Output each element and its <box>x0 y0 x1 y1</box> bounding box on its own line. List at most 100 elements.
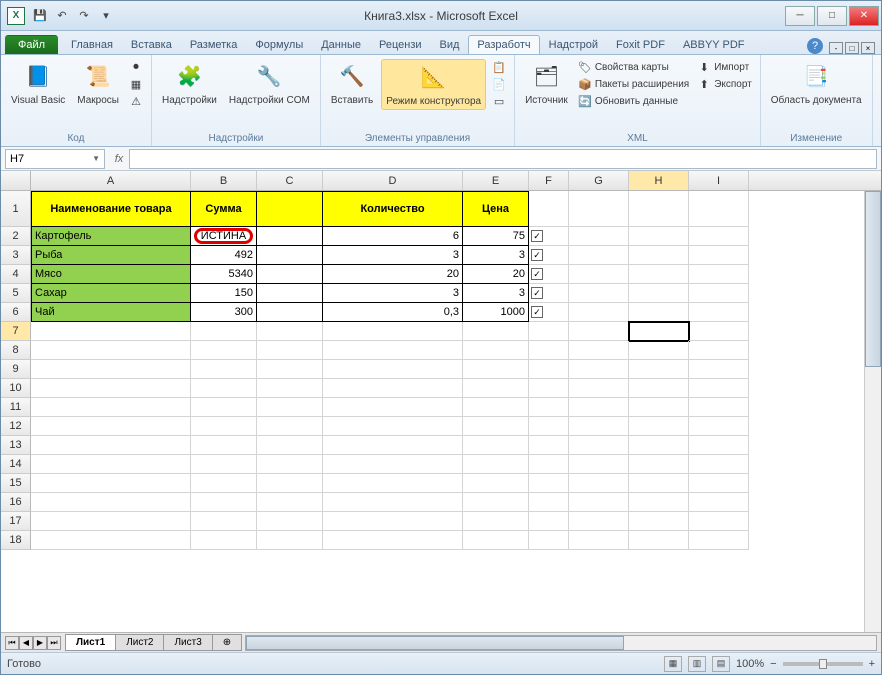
tab-layout[interactable]: Разметка <box>181 35 247 54</box>
cell-G2[interactable] <box>569 227 629 246</box>
cell-C18[interactable] <box>257 531 323 550</box>
cell-G7[interactable] <box>569 322 629 341</box>
cell-B16[interactable] <box>191 493 257 512</box>
sheet-tab-new[interactable]: ⊕ <box>212 634 242 651</box>
close-button[interactable]: ✕ <box>849 6 879 26</box>
cell-H6[interactable] <box>629 303 689 322</box>
fx-icon[interactable]: fx <box>109 153 129 165</box>
column-header-C[interactable]: C <box>257 171 323 190</box>
cell-G17[interactable] <box>569 512 629 531</box>
xml-export-button[interactable]: ⬆Экспорт <box>695 76 754 92</box>
sheet-tab-2[interactable]: Лист2 <box>115 634 164 651</box>
cell-G6[interactable] <box>569 303 629 322</box>
cell-E17[interactable] <box>463 512 529 531</box>
cell-B10[interactable] <box>191 379 257 398</box>
cell-E18[interactable] <box>463 531 529 550</box>
checkbox-2[interactable]: ✓ <box>531 230 543 242</box>
cell-H1[interactable] <box>629 191 689 227</box>
cell-G5[interactable] <box>569 284 629 303</box>
mdi-min[interactable]: - <box>829 42 843 54</box>
record-macro-button[interactable]: ⏺ <box>127 59 145 75</box>
mdi-restore[interactable]: □ <box>845 42 859 54</box>
cell-A13[interactable] <box>31 436 191 455</box>
cell-H12[interactable] <box>629 417 689 436</box>
cell-I9[interactable] <box>689 360 749 379</box>
cell-A5[interactable]: Сахар <box>31 284 191 303</box>
cell-H17[interactable] <box>629 512 689 531</box>
checkbox-4[interactable]: ✓ <box>531 268 543 280</box>
cell-B3[interactable]: 492 <box>191 246 257 265</box>
maximize-button[interactable]: □ <box>817 6 847 26</box>
column-header-A[interactable]: A <box>31 171 191 190</box>
macro-security-button[interactable]: ⚠ <box>127 93 145 109</box>
zoom-in-button[interactable]: + <box>869 658 875 670</box>
cell-G14[interactable] <box>569 455 629 474</box>
horizontal-scrollbar[interactable] <box>245 635 877 651</box>
zoom-slider[interactable] <box>783 662 863 666</box>
cell-C6[interactable] <box>257 303 323 322</box>
view-pagebreak-button[interactable]: ▤ <box>712 656 730 672</box>
cell-G11[interactable] <box>569 398 629 417</box>
visual-basic-button[interactable]: 📘Visual Basic <box>7 59 69 108</box>
row-header-2[interactable]: 2 <box>1 227 31 246</box>
sheet-nav-next[interactable]: ▶ <box>33 636 47 650</box>
cell-F16[interactable] <box>529 493 569 512</box>
cell-D4[interactable]: 20 <box>323 265 463 284</box>
cell-A11[interactable] <box>31 398 191 417</box>
cell-H8[interactable] <box>629 341 689 360</box>
cell-A17[interactable] <box>31 512 191 531</box>
vscroll-thumb[interactable] <box>865 191 881 367</box>
cell-C3[interactable] <box>257 246 323 265</box>
cell-D15[interactable] <box>323 474 463 493</box>
checkbox-6[interactable]: ✓ <box>531 306 543 318</box>
cell-E6[interactable]: 1000 <box>463 303 529 322</box>
cell-A6[interactable]: Чай <box>31 303 191 322</box>
cell-B5[interactable]: 150 <box>191 284 257 303</box>
cell-G15[interactable] <box>569 474 629 493</box>
cell-F11[interactable] <box>529 398 569 417</box>
checkbox-5[interactable]: ✓ <box>531 287 543 299</box>
cell-B7[interactable] <box>191 322 257 341</box>
cell-G8[interactable] <box>569 341 629 360</box>
cell-D13[interactable] <box>323 436 463 455</box>
cell-D3[interactable]: 3 <box>323 246 463 265</box>
row-header-18[interactable]: 18 <box>1 531 31 550</box>
cell-E8[interactable] <box>463 341 529 360</box>
column-header-I[interactable]: I <box>689 171 749 190</box>
cell-G10[interactable] <box>569 379 629 398</box>
cell-B4[interactable]: 5340 <box>191 265 257 284</box>
cell-F4[interactable]: ✓ <box>529 265 569 284</box>
cell-H7[interactable] <box>629 322 689 341</box>
cell-D11[interactable] <box>323 398 463 417</box>
view-normal-button[interactable]: ▦ <box>664 656 682 672</box>
macros-button[interactable]: 📜Макросы <box>73 59 123 108</box>
cell-I18[interactable] <box>689 531 749 550</box>
tab-foxit[interactable]: Foxit PDF <box>607 35 674 54</box>
zoom-thumb[interactable] <box>819 659 827 669</box>
cell-A1[interactable]: Наименование товара <box>31 191 191 227</box>
checkbox-3[interactable]: ✓ <box>531 249 543 261</box>
cell-F3[interactable]: ✓ <box>529 246 569 265</box>
zoom-out-button[interactable]: − <box>770 658 776 670</box>
cell-C11[interactable] <box>257 398 323 417</box>
cell-D10[interactable] <box>323 379 463 398</box>
properties-button[interactable]: 📋 <box>490 59 508 75</box>
expansion-packs-button[interactable]: 📦Пакеты расширения <box>576 76 691 92</box>
row-header-13[interactable]: 13 <box>1 436 31 455</box>
cell-D5[interactable]: 3 <box>323 284 463 303</box>
cell-H14[interactable] <box>629 455 689 474</box>
cell-G3[interactable] <box>569 246 629 265</box>
cell-E5[interactable]: 3 <box>463 284 529 303</box>
sheet-nav-last[interactable]: ⏭ <box>47 636 61 650</box>
cell-A3[interactable]: Рыба <box>31 246 191 265</box>
cell-B6[interactable]: 300 <box>191 303 257 322</box>
row-header-17[interactable]: 17 <box>1 512 31 531</box>
cell-D16[interactable] <box>323 493 463 512</box>
cell-E9[interactable] <box>463 360 529 379</box>
column-header-B[interactable]: B <box>191 171 257 190</box>
cell-B11[interactable] <box>191 398 257 417</box>
row-header-5[interactable]: 5 <box>1 284 31 303</box>
undo-icon[interactable]: ↶ <box>53 7 71 25</box>
cell-I2[interactable] <box>689 227 749 246</box>
tab-review[interactable]: Рецензи <box>370 35 431 54</box>
